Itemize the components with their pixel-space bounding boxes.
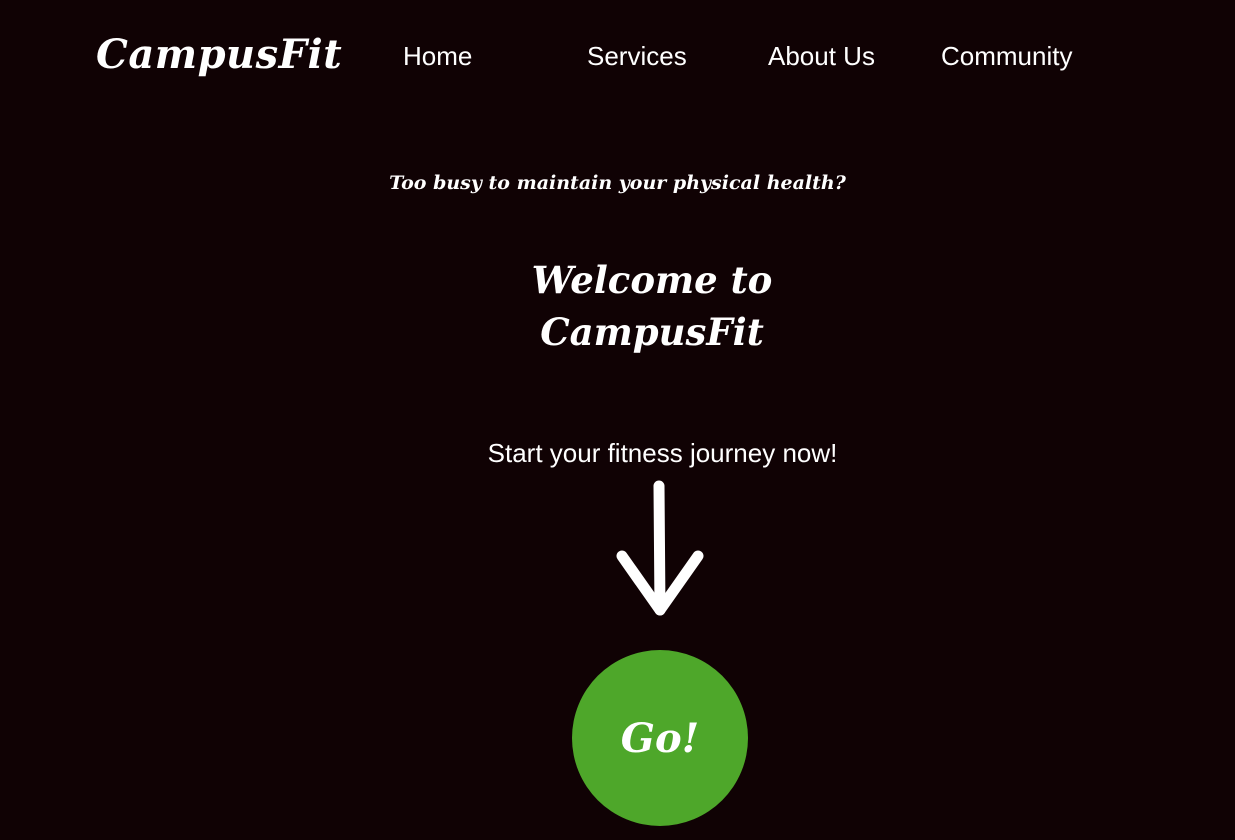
- hero-title: Welcome to CampusFit: [531, 258, 773, 354]
- hero-tagline: Too busy to maintain your physical healt…: [389, 172, 846, 194]
- go-button[interactable]: Go!: [572, 650, 748, 826]
- arrow-down-icon: [616, 480, 704, 616]
- go-button-label: Go!: [620, 714, 700, 762]
- nav-about-us[interactable]: About Us: [768, 38, 875, 74]
- nav-services[interactable]: Services: [587, 38, 687, 74]
- nav-home[interactable]: Home: [403, 38, 472, 74]
- site-logo[interactable]: CampusFit: [96, 30, 342, 80]
- cta-text: Start your fitness journey now!: [487, 438, 838, 468]
- nav-community[interactable]: Community: [941, 38, 1072, 74]
